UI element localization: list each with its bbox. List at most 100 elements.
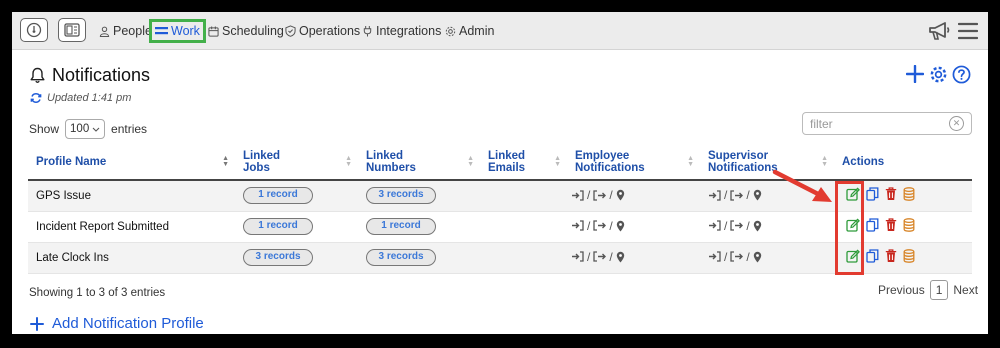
location-pin-icon (753, 189, 761, 201)
delete-icon[interactable] (885, 249, 897, 263)
col-linked-numbers[interactable]: Linked Numbers ▲ ▼ (358, 144, 480, 181)
linked-jobs-badge[interactable]: 1 record (243, 218, 313, 235)
dashboard-button[interactable] (20, 18, 48, 42)
table-info: Showing 1 to 3 of 3 entries (29, 287, 166, 299)
database-icon[interactable] (903, 218, 915, 232)
megaphone-icon[interactable] (928, 20, 952, 42)
help-icon[interactable] (952, 65, 971, 84)
supervisor-notifications-cell: / / (700, 242, 834, 274)
employee-notification-icons: / / (571, 219, 625, 233)
entries-label: entries (111, 122, 148, 136)
sign-out-icon (730, 189, 744, 201)
profile-name-cell: Late Clock Ins (28, 242, 235, 274)
add-notification-profile-button[interactable]: Add Notification Profile (30, 315, 204, 332)
pagination-page[interactable]: 1 (929, 280, 949, 300)
employee-notifications-cell: / / (567, 211, 700, 243)
linked-numbers-cell: 3 records (358, 242, 480, 274)
supervisor-notifications-cell: / / (700, 211, 834, 243)
sort-icon: ▲ ▼ (687, 155, 694, 168)
sort-icon: ▲ ▼ (345, 155, 352, 168)
employee-notifications-cell: / / (567, 242, 700, 274)
profile-name: Incident Report Submitted (36, 220, 169, 233)
nav-operations[interactable]: Operations (285, 12, 360, 50)
table-row: GPS Issue 1 record 3 records / / / / (28, 180, 972, 212)
col-linked-numbers-label-2: Numbers (366, 161, 416, 174)
supervisor-notification-icons: / / (708, 188, 762, 202)
delete-icon[interactable] (885, 187, 897, 201)
copy-icon[interactable] (866, 249, 879, 263)
profile-name-cell: GPS Issue (28, 180, 235, 212)
sign-out-icon (593, 189, 607, 201)
col-linked-jobs[interactable]: Linked Jobs ▲ ▼ (235, 144, 358, 181)
linked-emails-cell (480, 242, 567, 274)
updated-status[interactable]: Updated 1:41 pm (30, 92, 131, 104)
linked-emails-cell (480, 180, 567, 212)
pagination: Previous 1 Next (878, 280, 978, 300)
profile-name-cell: Incident Report Submitted (28, 211, 235, 243)
add-notification-profile-label: Add Notification Profile (52, 315, 204, 332)
filter-placeholder: filter (810, 117, 833, 131)
col-employee-notifications[interactable]: Employee Notifications ▲ ▼ (567, 144, 700, 181)
pagination-next[interactable]: Next (953, 283, 978, 297)
nav-operations-label: Operations (299, 24, 361, 38)
col-profile-name-label: Profile Name (36, 155, 107, 168)
col-employee-label-2: Notifications (575, 161, 645, 174)
employee-notification-icons: / / (571, 250, 625, 264)
sign-in-icon (709, 220, 721, 231)
database-icon[interactable] (903, 249, 915, 263)
database-icon[interactable] (903, 187, 915, 202)
linked-numbers-badge[interactable]: 3 records (366, 249, 436, 266)
col-actions: Actions (834, 144, 972, 181)
pagination-previous[interactable]: Previous (878, 283, 925, 297)
nav-people[interactable]: People (99, 12, 152, 50)
add-icon[interactable] (906, 65, 924, 83)
linked-jobs-cell: 1 record (235, 180, 358, 212)
linked-numbers-badge[interactable]: 1 record (366, 218, 436, 235)
page-length-select[interactable]: 100 (65, 119, 106, 139)
plug-icon (363, 25, 372, 37)
delete-icon[interactable] (885, 218, 897, 232)
nav-integrations[interactable]: Integrations (362, 12, 441, 50)
nav-work-label: Work (171, 24, 200, 38)
copy-icon[interactable] (866, 187, 879, 201)
page-length-value: 100 (70, 123, 90, 135)
col-profile-name[interactable]: Profile Name ▲ ▼ (28, 144, 235, 181)
linked-numbers-cell: 3 records (358, 180, 480, 212)
table-body: GPS Issue 1 record 3 records / / / / Inc… (28, 180, 972, 274)
location-pin-icon (753, 251, 761, 263)
linked-jobs-badge[interactable]: 3 records (243, 249, 313, 266)
sort-icon: ▲ ▼ (467, 155, 474, 168)
updated-text: Updated 1:41 pm (47, 92, 132, 104)
linked-jobs-cell: 3 records (235, 242, 358, 274)
sort-icon: ▲ ▼ (821, 155, 828, 168)
col-actions-label: Actions (842, 155, 885, 168)
work-icon (155, 27, 168, 35)
col-supervisor-label-1: Supervisor (708, 149, 769, 162)
nav-scheduling[interactable]: Scheduling (208, 12, 284, 50)
nav-integrations-label: Integrations (376, 24, 442, 38)
plus-icon (30, 316, 44, 331)
col-linked-emails[interactable]: Linked Emails ▲ ▼ (480, 144, 567, 181)
table-header-row: Profile Name ▲ ▼ Linked Jobs ▲ ▼ Linked Number… (28, 144, 972, 181)
location-pin-icon (616, 251, 624, 263)
hamburger-menu-icon[interactable] (958, 22, 978, 40)
linked-numbers-badge[interactable]: 3 records (366, 187, 436, 205)
person-icon (99, 26, 110, 37)
nav-admin[interactable]: Admin (445, 12, 494, 50)
location-pin-icon (753, 220, 761, 232)
clear-filter-icon[interactable]: ✕ (949, 116, 964, 131)
linked-jobs-cell: 1 record (235, 211, 358, 243)
refresh-icon[interactable] (30, 92, 42, 104)
timeclock-button[interactable] (58, 18, 86, 42)
settings-gear-icon[interactable] (929, 65, 948, 84)
col-supervisor-notifications[interactable]: Supervisor Notifications ▲ ▼ (700, 144, 834, 181)
supervisor-notifications-cell: / / (700, 180, 834, 212)
filter-input[interactable]: filter (802, 112, 972, 135)
linked-numbers-cell: 1 record (358, 211, 480, 243)
sort-icon: ▲ ▼ (554, 155, 561, 168)
page-header: Notifications (30, 65, 150, 86)
linked-jobs-badge[interactable]: 1 record (243, 187, 313, 205)
nav-work[interactable]: Work (149, 19, 206, 43)
copy-icon[interactable] (866, 218, 879, 232)
linked-emails-cell (480, 211, 567, 243)
